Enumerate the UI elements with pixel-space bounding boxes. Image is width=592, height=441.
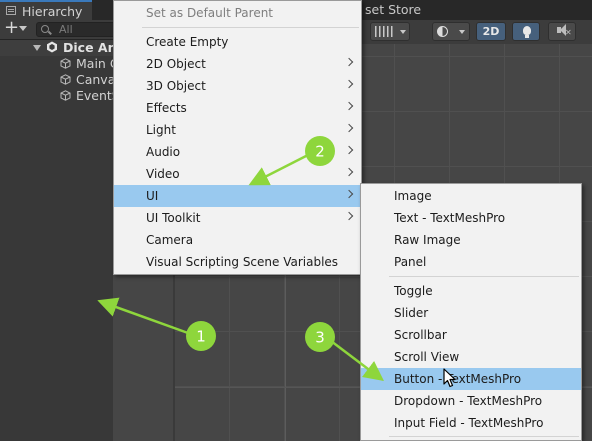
chevron-right-icon (344, 123, 354, 133)
menu-item-label: Scrollbar (394, 328, 447, 342)
chevron-down-icon (459, 30, 465, 34)
gameobject-cube-icon (60, 74, 71, 85)
submenu-item-text-textmeshpro[interactable]: Text - TextMeshPro (361, 207, 581, 229)
chevron-right-icon (344, 79, 354, 89)
menu-item-label: Create Empty (146, 35, 229, 49)
menu-item-label: Scroll View (394, 350, 460, 364)
lightbulb-icon (523, 26, 531, 38)
hierarchy-item-main-camera[interactable]: Main C (0, 56, 119, 72)
menu-item-label: Image (394, 189, 432, 203)
menu-item-video[interactable]: Video (114, 163, 361, 185)
chevron-down-icon (400, 30, 406, 34)
hierarchy-scene-root[interactable]: Dice Ana (0, 40, 125, 56)
chevron-right-icon (344, 167, 354, 177)
chevron-right-icon (344, 189, 354, 199)
menu-item-label: UI Toolkit (146, 211, 201, 225)
create-dropdown-button[interactable]: + (4, 17, 30, 38)
plus-icon: + (4, 17, 20, 38)
grid-toggle-button[interactable] (370, 22, 410, 41)
submenu-item-slider[interactable]: Slider (361, 302, 581, 324)
menu-item-label: UI (146, 189, 159, 203)
mouse-pointer-icon (443, 368, 456, 388)
menu-item-3d-object[interactable]: 3D Object (114, 75, 361, 97)
menu-item-visual-scripting-scene-variables[interactable]: Visual Scripting Scene Variables (114, 251, 361, 273)
2d-mode-toggle[interactable]: 2D (476, 22, 506, 41)
hierarchy-list-icon (6, 6, 16, 15)
menu-item-label: Input Field - TextMeshPro (394, 416, 544, 430)
menu-item-2d-object[interactable]: 2D Object (114, 53, 361, 75)
submenu-item-scrollbar[interactable]: Scrollbar (361, 324, 581, 346)
chevron-right-icon (344, 211, 354, 221)
menu-item-set-as-default-parent: Set as Default Parent (114, 2, 361, 24)
submenu-item-scroll-view[interactable]: Scroll View (361, 346, 581, 368)
asset-store-tab-label: set Store (365, 2, 422, 17)
submenu-item-image[interactable]: Image (361, 185, 581, 207)
menu-item-label: Camera (146, 233, 194, 247)
2d-mode-label: 2D (482, 25, 500, 38)
submenu-item-button-textmeshpro[interactable]: Button - TextMeshPro (361, 368, 581, 390)
menu-item-effects[interactable]: Effects (114, 97, 361, 119)
search-icon (41, 25, 49, 33)
menu-item-ui[interactable]: UI (114, 185, 361, 207)
lighting-toggle[interactable] (512, 22, 540, 41)
menu-item-label: Text - TextMeshPro (394, 211, 506, 225)
menu-separator (142, 27, 359, 28)
audio-toggle[interactable]: ✕ (548, 22, 576, 41)
submenu-item-panel[interactable]: Panel (361, 251, 581, 273)
menu-item-label: Panel (394, 255, 427, 269)
menu-item-label: Set as Default Parent (146, 6, 274, 20)
gameobject-context-menu: Set as Default Parent Create Empty 2D Ob… (113, 0, 362, 275)
submenu-item-toggle[interactable]: Toggle (361, 280, 581, 302)
menu-item-camera[interactable]: Camera (114, 229, 361, 251)
menu-item-light[interactable]: Light (114, 119, 361, 141)
shading-mode-button[interactable] (432, 22, 470, 41)
unity-scene-icon (47, 41, 57, 53)
chevron-right-icon (344, 57, 354, 67)
search-placeholder: All (59, 23, 73, 36)
speaker-muted-icon (557, 24, 566, 36)
menu-separator (389, 276, 579, 277)
tab-asset-store[interactable]: set Store (360, 0, 430, 20)
chevron-down-icon (19, 26, 27, 31)
hierarchy-tab-label: Hierarchy (22, 4, 83, 19)
hierarchy-search-input[interactable]: All (36, 22, 116, 37)
menu-item-label: Light (146, 123, 176, 137)
menu-item-label: Effects (146, 101, 187, 115)
menu-item-label: 2D Object (146, 57, 206, 71)
menu-item-label: Visual Scripting Scene Variables (146, 255, 339, 269)
grid-bars-icon (375, 26, 395, 37)
menu-item-label: 3D Object (146, 79, 206, 93)
menu-item-label: Toggle (394, 284, 433, 298)
submenu-item-input-field-textmeshpro[interactable]: Input Field - TextMeshPro (361, 412, 581, 434)
submenu-item-dropdown-textmeshpro[interactable]: Dropdown - TextMeshPro (361, 390, 581, 412)
menu-item-label: Button - TextMeshPro (394, 372, 522, 386)
chevron-right-icon (344, 145, 354, 155)
chevron-right-icon (344, 101, 354, 111)
menu-item-create-empty[interactable]: Create Empty (114, 31, 361, 53)
menu-item-label: Slider (394, 306, 429, 320)
hierarchy-toolbar: + All (0, 17, 116, 40)
ui-submenu: Image Text - TextMeshPro Raw Image Panel… (360, 183, 582, 441)
gameobject-cube-icon (60, 58, 71, 69)
menu-separator (389, 436, 579, 437)
hierarchy-item-label: Canva (76, 72, 116, 87)
menu-item-ui-toolkit[interactable]: UI Toolkit (114, 207, 361, 229)
menu-item-label: Audio (146, 145, 181, 159)
hierarchy-item-canvas[interactable]: Canva (0, 72, 116, 88)
shading-icon (437, 26, 448, 37)
menu-item-label: Video (146, 167, 180, 181)
menu-item-label: Dropdown - TextMeshPro (394, 394, 543, 408)
hierarchy-item-eventsystem[interactable]: EventS (0, 88, 120, 104)
menu-item-label: Raw Image (394, 233, 461, 247)
menu-item-audio[interactable]: Audio (114, 141, 361, 163)
gameobject-cube-icon (60, 90, 71, 101)
expand-arrow-icon[interactable] (33, 45, 41, 51)
mute-x-icon: ✕ (565, 28, 572, 37)
submenu-item-raw-image[interactable]: Raw Image (361, 229, 581, 251)
